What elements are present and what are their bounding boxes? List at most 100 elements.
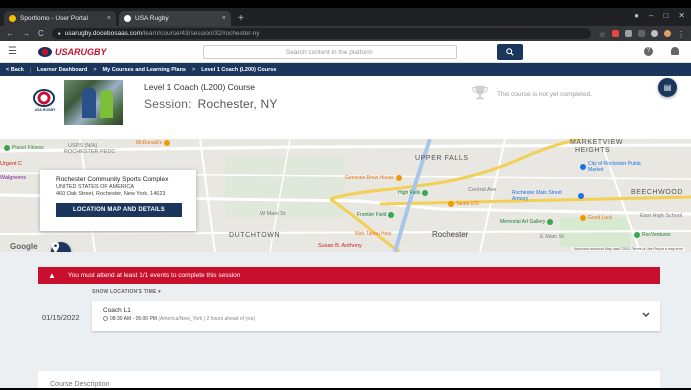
poi-east-high-school: East High School <box>640 213 683 219</box>
address-bar[interactable]: ● usarugby.docebosaas.com/learn/course/4… <box>51 28 591 39</box>
location-map[interactable]: Planet Fitness USPS (N/A) ROCHESTER PEDC… <box>0 139 691 252</box>
usa-rugby-favicon-icon <box>124 15 131 22</box>
extension-icon[interactable] <box>625 30 632 37</box>
usa-rugby-logo[interactable]: USARUGBY <box>38 46 107 57</box>
calendar-fab-button[interactable]: ▤ <box>658 78 677 97</box>
map-footer[interactable]: Keyboard shortcuts Map data ©2021 Terms … <box>571 247 685 251</box>
poi-usps-sub: ROCHESTER PEDC <box>64 149 116 155</box>
breadcrumb-item-my-courses[interactable]: My Courses and Learning Plans <box>103 67 186 73</box>
breadcrumb-separator: > <box>93 66 97 73</box>
event-time-range: 08:30 AM - 05:00 PM <box>110 316 157 322</box>
close-window-button[interactable]: ✕ <box>678 11 685 20</box>
area-beechwood: BEECHWOOD <box>631 189 684 196</box>
course-header: USA RUGBY Level 1 Coach (L200) Course Se… <box>0 76 691 139</box>
street-central-ave: Central Ave <box>468 187 497 193</box>
poi-walgreens: Walgreens <box>0 175 27 181</box>
event-time: 08:30 AM - 05:00 PM (America/New_York | … <box>103 316 255 322</box>
session-heading: Session: Rochester, NY <box>144 97 278 111</box>
url-host: usarugby.docebosaas.com <box>64 30 143 37</box>
poi-genesee-brew-house[interactable]: Genesee Brew House <box>345 175 402 181</box>
venue-country: UNITED STATES OF AMERICA <box>56 184 135 190</box>
warning-icon: ▲ <box>48 271 56 280</box>
poi-frontier-field[interactable]: Frontier Field <box>357 212 395 218</box>
minimize-button[interactable]: – <box>649 11 653 20</box>
poi-susan-b-anthony: Susan B. Anthony <box>318 243 362 249</box>
venue-address: 460 Oak Street, Rochester, New York, 146… <box>56 191 166 197</box>
back-link[interactable]: < Back <box>6 66 31 73</box>
event-card[interactable]: Coach L1 08:30 AM - 05:00 PM (America/Ne… <box>92 301 660 331</box>
hamburger-menu-icon[interactable]: ☰ <box>8 46 28 57</box>
kebab-menu-icon[interactable]: ⋮ <box>677 30 685 39</box>
lock-icon: ● <box>57 30 61 37</box>
venue-name: Rochester Community Sports Complex <box>56 176 169 183</box>
course-thumbnail-image <box>64 80 123 125</box>
poi-rocventures[interactable]: RocVentures <box>634 232 671 238</box>
poi-planet-fitness[interactable]: Planet Fitness <box>4 145 44 151</box>
event-timezone: (America/New_York | 2 hours ahead of you… <box>158 316 256 322</box>
location-pin-icon <box>51 242 60 252</box>
search-input[interactable]: Search content in the platform <box>203 45 457 59</box>
area-upper-falls: UPPER FALLS <box>415 155 469 162</box>
poi-memorial-art-gallery[interactable]: Memorial Art Gallery <box>500 219 554 225</box>
breadcrumb-separator: > <box>191 66 196 73</box>
trophy-icon <box>471 84 491 104</box>
poi-tacos[interactable]: Tacos 172 <box>448 201 479 207</box>
profile-dot-icon[interactable]: ● <box>634 11 639 20</box>
search-button[interactable] <box>497 44 523 60</box>
url-path: /learn/course/43/session/32/rochester-ny <box>142 30 260 37</box>
poi-high-falls[interactable]: High Falls <box>398 190 429 196</box>
location-map-details-button[interactable]: LOCATION MAP AND DETAILS <box>56 203 182 217</box>
street-e-main: E Main St <box>540 234 564 240</box>
maximize-button[interactable]: □ <box>663 11 668 20</box>
poi-main-street-armory[interactable]: Rochester Main Street Armory <box>512 190 584 202</box>
show-location-time-toggle[interactable]: SHOW LOCATION'S TIME ▾ <box>92 289 161 295</box>
attendance-alert: ▲ You must attend at least 1/1 events to… <box>38 267 660 284</box>
breadcrumb-item-course[interactable]: Level 1 Coach (L200) Course <box>201 67 276 73</box>
usa-rugby-course-logo: USA RUGBY <box>33 89 57 115</box>
area-dutchtown: DUTCHTOWN <box>229 232 281 239</box>
alert-text: You must attend at least 1/1 events to c… <box>67 272 241 279</box>
window-controls: ● – □ ✕ <box>634 11 685 20</box>
breadcrumb-item-learner-dashboard[interactable]: Learner Dashboard <box>37 67 87 73</box>
event-name: Coach L1 <box>103 307 131 314</box>
sportlomo-favicon-icon <box>9 15 16 22</box>
area-heights: HEIGHTS <box>575 147 611 154</box>
new-tab-button[interactable]: + <box>238 11 244 26</box>
forward-arrow-icon[interactable]: → <box>22 29 30 38</box>
tab-title: USA Rugby <box>135 15 169 22</box>
poi-good-luck[interactable]: Good Luck <box>580 215 612 221</box>
poi-nick-tahou[interactable]: Nick Tahou Hots <box>355 231 391 237</box>
completion-status: This course is not yet completed. <box>497 91 593 98</box>
street-w-main: W Main St <box>260 211 286 217</box>
poi-mcdonalds[interactable]: McDonald's <box>136 140 170 146</box>
extension-adobe-icon[interactable] <box>612 30 619 37</box>
browser-tab-bar: Sportlomo - User Portal × USA Rugby × + … <box>0 8 691 26</box>
back-arrow-icon[interactable]: ← <box>6 29 14 38</box>
search-icon <box>506 48 514 56</box>
avatar[interactable] <box>664 30 671 37</box>
browser-tab-usa-rugby[interactable]: USA Rugby × <box>119 11 231 26</box>
puzzle-icon[interactable] <box>651 30 658 37</box>
rugby-badge-icon <box>33 89 55 107</box>
poi-public-market[interactable]: City of Rochester Public Market <box>580 161 650 173</box>
bookmark-star-icon[interactable]: ☆ <box>599 30 606 39</box>
tab-close-icon[interactable]: × <box>107 15 111 22</box>
rugby-ball-logo-icon <box>38 46 52 57</box>
help-icon[interactable]: ? <box>644 47 653 56</box>
browser-window: Sportlomo - User Portal × USA Rugby × + … <box>0 8 691 388</box>
tab-close-icon[interactable]: × <box>222 15 226 22</box>
course-logo-label: USA RUGBY <box>34 108 56 112</box>
header-icons: ? <box>644 47 679 56</box>
browser-tab-sportlomo[interactable]: Sportlomo - User Portal × <box>4 11 116 26</box>
reload-icon[interactable]: C <box>38 29 44 38</box>
city-rochester: Rochester <box>432 230 469 239</box>
bell-icon[interactable] <box>671 47 679 55</box>
session-name: Rochester, NY <box>197 97 278 111</box>
google-logo: Google <box>10 242 38 251</box>
browser-toolbar: ← → C ● usarugby.docebosaas.com/learn/co… <box>0 26 691 41</box>
chevron-down-icon[interactable] <box>642 310 650 320</box>
area-marketview: MARKETVIEW <box>570 139 624 146</box>
extension-icon[interactable] <box>638 30 645 37</box>
course-title: Level 1 Coach (L200) Course <box>144 82 256 92</box>
logo-text: USARUGBY <box>55 46 107 57</box>
